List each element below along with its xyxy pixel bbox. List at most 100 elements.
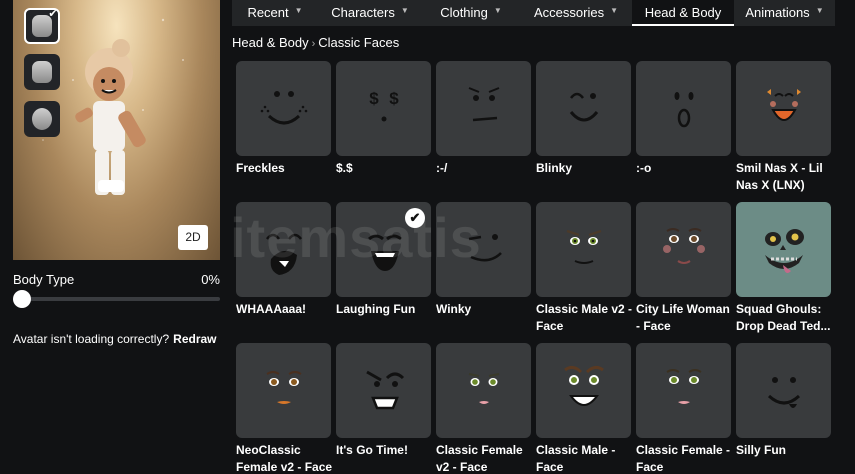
item-name: City Life Woman - Face [636,302,730,333]
chevron-down-icon: ▼ [493,6,502,15]
catalog-item[interactable]: City Life Woman - Face [636,202,731,335]
breadcrumb-parent[interactable]: Head & Body [232,35,309,50]
face-male-icon [563,365,604,406]
tab-head-body[interactable]: Head & Body [632,0,734,26]
breadcrumb-current: Classic Faces [318,35,400,50]
catalog-item[interactable]: Silly Fun [736,343,831,459]
item-thumbnail[interactable]: $ $ [336,61,431,156]
tab-accessories[interactable]: Accessories ▼ [520,0,632,26]
avatar-panel: ✔ 2D Body Type 0% Avatar isn't loading c… [0,0,232,474]
breadcrumb: Head & Body › Classic Faces [232,35,399,50]
item-thumbnail[interactable]: ✔ [336,202,431,297]
item-thumbnail[interactable] [236,343,331,438]
head-slot-2[interactable] [24,54,60,90]
item-thumbnail[interactable] [636,343,731,438]
tab-label: Recent [247,5,289,20]
svg-text:$: $ [389,89,399,108]
view-2d-button[interactable]: 2D [178,225,208,250]
catalog-item[interactable]: :-/ [436,61,531,177]
item-name: Smil Nas X - Lil Nas X (LNX) [736,161,823,192]
tab-label: Head & Body [644,5,722,20]
item-name: NeoClassic Female v2 - Face [236,443,333,474]
item-name: :-o [636,161,652,175]
item-thumbnail[interactable] [736,343,831,438]
head-icon [32,61,52,83]
catalog-item[interactable]: Squad Ghouls: Drop Dead Ted... [736,202,831,335]
item-name: It's Go Time! [336,443,408,457]
checkmark-icon: ✔ [405,208,425,228]
item-thumbnail[interactable] [736,61,831,156]
item-name: Blinky [536,161,573,175]
catalog-item[interactable]: :-o [636,61,731,177]
item-thumbnail[interactable] [336,343,431,438]
tab-label: Animations [745,5,810,20]
face-freckles-icon [260,90,307,124]
chevron-down-icon: ▼ [815,6,824,15]
item-name: Classic Male v2 - Face [536,302,633,333]
catalog-item[interactable]: Classic Female - Face [636,343,731,474]
tab-characters[interactable]: Characters ▼ [318,0,422,26]
catalog-item[interactable]: Winky [436,202,531,318]
item-name: Winky [436,302,472,316]
tab-label: Characters [331,5,395,20]
catalog-item[interactable]: $ $ $.$ [336,61,431,177]
item-thumbnail[interactable] [436,61,531,156]
category-tabs: Recent ▼ Characters ▼ Clothing ▼ Accessorie… [232,0,835,26]
item-name: :-/ [436,161,448,175]
item-thumbnail[interactable] [536,61,631,156]
head-icon [32,108,52,130]
item-thumbnail[interactable] [436,343,531,438]
catalog-item[interactable]: WHAAAaaa! [236,202,331,318]
item-thumbnail[interactable] [636,202,731,297]
face-blinky-icon [569,92,598,121]
body-type-value: 0% [201,272,220,287]
face-go-time-icon [365,370,404,409]
catalog-item[interactable]: Classic Male - Face [536,343,631,474]
catalog-item[interactable]: NeoClassic Female v2 - Face [236,343,332,474]
chevron-down-icon: ▼ [294,6,303,15]
item-name: Silly Fun [736,443,787,457]
item-thumbnail[interactable] [636,61,731,156]
item-name: $.$ [336,161,353,175]
face-meh-icon [468,86,499,121]
redraw-message: Avatar isn't loading correctly? Redraw [13,332,217,346]
body-type-slider-thumb[interactable] [13,290,31,308]
catalog-item[interactable]: Freckles [236,61,331,177]
catalog-item[interactable]: Classic Male v2 - Face [536,202,632,335]
face-silly-icon [767,376,800,408]
face-surprised-icon [674,91,693,127]
catalog-item[interactable]: Blinky [536,61,631,177]
catalog-item[interactable]: Smil Nas X - Lil Nas X (LNX) [736,61,831,194]
face-lnx-icon [766,88,801,121]
item-thumbnail[interactable] [236,61,331,156]
body-type-slider[interactable] [13,297,220,301]
face-winky-icon [468,233,502,261]
tab-animations[interactable]: Animations ▼ [734,0,835,26]
face-ghoul-icon [764,228,804,273]
tab-recent[interactable]: Recent ▼ [232,0,318,26]
catalog-item[interactable]: Classic Female v2 - Face [436,343,531,474]
catalog-item[interactable]: ✔ Laughing Fun [336,202,431,318]
chevron-right-icon: › [311,38,316,50]
face-neo-female-icon [265,370,302,404]
body-type-label: Body Type [13,272,75,287]
head-slot-3[interactable] [24,101,60,137]
tab-clothing[interactable]: Clothing ▼ [422,0,520,26]
face-female-v2-icon [468,372,499,404]
svg-text:$: $ [369,89,379,108]
tab-label: Accessories [534,5,605,20]
item-thumbnail[interactable] [236,202,331,297]
item-thumbnail[interactable] [536,202,631,297]
checkmark-icon: ✔ [48,8,58,20]
item-thumbnail[interactable] [436,202,531,297]
head-slot-1[interactable]: ✔ [24,8,60,44]
item-name: Classic Female v2 - Face [436,443,523,474]
redraw-button[interactable]: Redraw [173,332,216,346]
face-whaaa-icon [265,233,302,275]
face-city-woman-icon [662,227,705,264]
item-thumbnail[interactable] [536,343,631,438]
tab-label: Clothing [440,5,488,20]
catalog-item[interactable]: It's Go Time! [336,343,431,459]
item-thumbnail[interactable] [736,202,831,297]
item-name: Classic Female - Face [636,443,731,474]
